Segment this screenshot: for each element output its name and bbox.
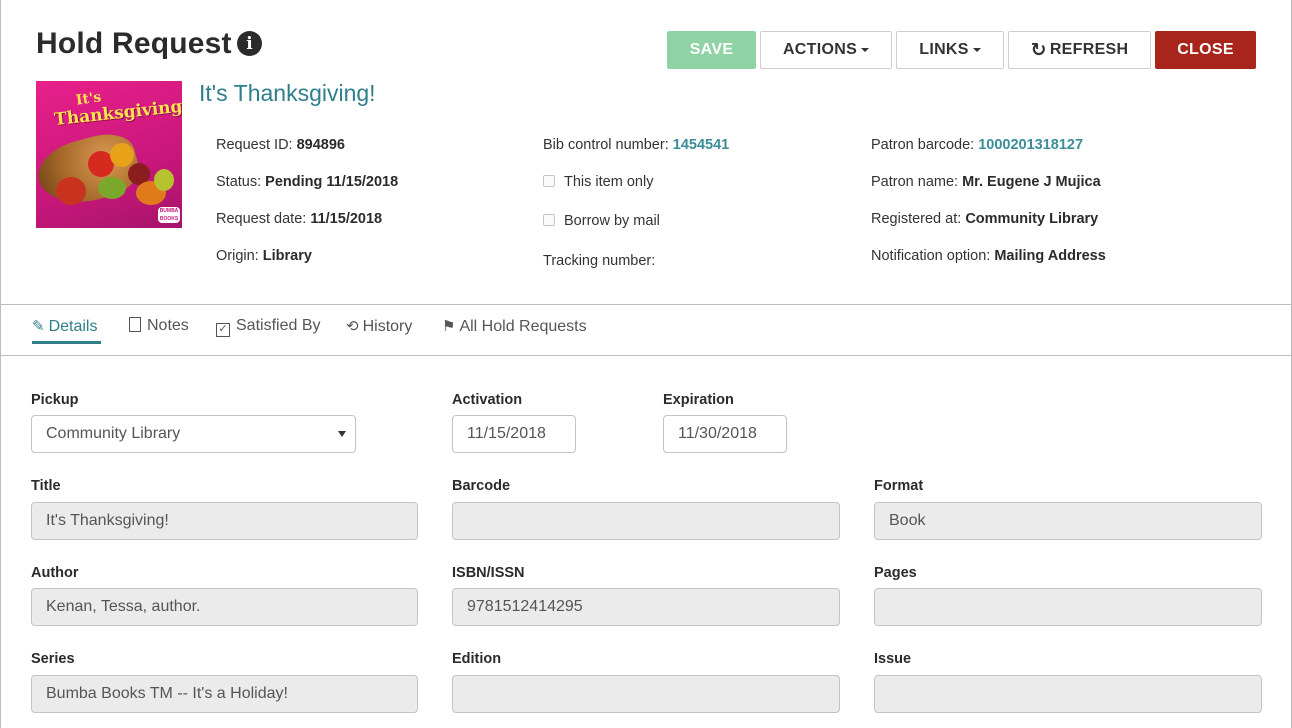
barcode-label: Barcode (452, 478, 511, 494)
isbn-field: 9781512414295 (452, 588, 840, 626)
chevron-down-icon (861, 48, 870, 52)
request-id: Request ID: 894896 (216, 137, 345, 153)
chevron-down-icon (338, 431, 346, 437)
pages-label: Pages (874, 565, 917, 581)
patron-barcode: Patron barcode: 1000201318127 (871, 137, 1084, 153)
series-field: Bumba Books TM -- It's a Holiday! (31, 675, 418, 713)
actions-dropdown-button[interactable]: ACTIONS (760, 31, 892, 69)
patron-barcode-link[interactable]: 1000201318127 (978, 137, 1083, 153)
close-button[interactable]: CLOSE (1155, 31, 1256, 69)
issue-field (874, 675, 1262, 713)
page-title: Hold Request (36, 27, 232, 60)
title-label: Title (31, 478, 61, 494)
expiration-label: Expiration (663, 392, 734, 408)
registered-at: Registered at: Community Library (871, 211, 1099, 227)
isbn-label: ISBN/ISSN (452, 565, 525, 581)
book-cover-image: It's Thanksgiving! BUMBA BOOKS (36, 81, 182, 228)
borrow-by-mail-checkbox[interactable]: Borrow by mail (543, 213, 660, 229)
this-item-only-checkbox[interactable]: This item only (543, 174, 653, 190)
refresh-icon: ↻ (1030, 39, 1047, 61)
bib-control-number: Bib control number: 1454541 (543, 137, 730, 153)
tab-all-hold-requests[interactable]: ⚑ All Hold Requests (442, 317, 587, 336)
tabs-divider (0, 355, 1292, 356)
title-field: It's Thanksgiving! (31, 502, 418, 540)
active-tab-indicator (32, 341, 101, 344)
author-label: Author (31, 565, 79, 581)
request-date: Request date: 11/15/2018 (216, 211, 383, 227)
series-label: Series (31, 651, 75, 667)
history-icon: ⟲ (346, 318, 359, 335)
issue-label: Issue (874, 651, 912, 667)
origin: Origin: Library (216, 248, 312, 264)
format-label: Format (874, 478, 924, 494)
tab-satisfied-by[interactable]: ✓ Satisfied By (216, 317, 320, 337)
save-button[interactable]: SAVE (667, 31, 756, 69)
checkbox-icon[interactable] (543, 214, 555, 226)
notification-option: Notification option: Mailing Address (871, 248, 1106, 264)
book-title: It's Thanksgiving! (199, 80, 376, 106)
tab-history[interactable]: ⟲ History (346, 317, 412, 336)
activation-date-input[interactable]: 11/15/2018 (452, 415, 576, 453)
chevron-down-icon (972, 48, 981, 52)
tracking-number: Tracking number: (543, 253, 656, 269)
expiration-date-input[interactable]: 11/30/2018 (663, 415, 787, 453)
tab-details[interactable]: ✎ Details (32, 317, 97, 336)
format-field: Book (874, 502, 1262, 540)
refresh-button[interactable]: ↻ REFRESH (1008, 31, 1151, 69)
pages-field (874, 588, 1262, 626)
activation-label: Activation (452, 392, 523, 408)
status: Status: Pending 11/15/2018 (216, 174, 399, 190)
flag-icon: ⚑ (442, 318, 456, 335)
info-icon[interactable]: i (237, 31, 262, 56)
barcode-field (452, 502, 840, 540)
author-field: Kenan, Tessa, author. (31, 588, 418, 626)
edition-label: Edition (452, 651, 502, 667)
checkbox-icon[interactable] (543, 175, 555, 187)
checkbox-checked-icon: ✓ (216, 323, 230, 337)
links-dropdown-button[interactable]: LINKS (896, 31, 1004, 69)
edition-field (452, 675, 840, 713)
publisher-logo: BUMBA BOOKS (158, 207, 180, 223)
pickup-label: Pickup (31, 392, 79, 408)
patron-name: Patron name: Mr. Eugene J Mujica (871, 174, 1101, 190)
bib-control-link[interactable]: 1454541 (673, 137, 729, 153)
pickup-select[interactable]: Community Library (31, 415, 356, 453)
document-icon (129, 317, 141, 332)
edit-icon: ✎ (32, 318, 45, 335)
header-divider (0, 304, 1292, 305)
tab-notes[interactable]: Notes (129, 317, 189, 335)
